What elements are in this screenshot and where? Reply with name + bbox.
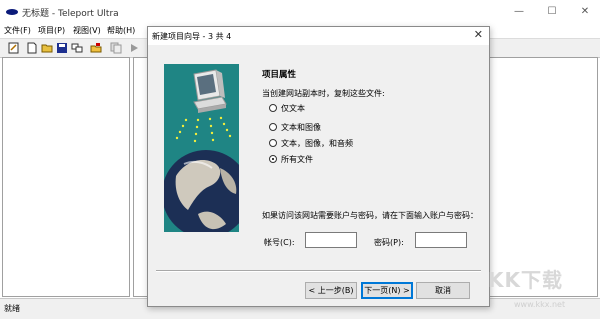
password-label: 密码(P): <box>374 238 404 247</box>
main-titlebar: 无标题 - Teleport Ultra — ☐ ✕ <box>0 0 600 24</box>
copy-icon[interactable] <box>110 42 122 54</box>
app-icon <box>6 9 18 15</box>
minimize-button[interactable]: — <box>508 3 530 21</box>
account-label: 帐号(C): <box>264 238 295 247</box>
project-tree-pane[interactable] <box>2 57 130 297</box>
menu-project[interactable]: 项目(P) <box>38 25 65 36</box>
watermark-url: www.kkx.net <box>514 300 566 309</box>
folder-icon[interactable] <box>90 42 102 54</box>
menu-file[interactable]: 文件(F) <box>4 25 31 36</box>
dialog-close-button[interactable]: ✕ <box>474 28 483 41</box>
option-label: 文本和图像 <box>281 123 321 132</box>
copy-files-prompt: 当创建网站副本时，复制这些文件: <box>262 89 385 98</box>
save-icon[interactable] <box>56 42 68 54</box>
account-field[interactable] <box>305 232 357 248</box>
section-heading: 项目属性 <box>262 70 297 80</box>
radio-button-selected[interactable] <box>269 155 277 163</box>
open-folder-icon[interactable] <box>41 42 53 54</box>
properties-icon[interactable] <box>8 42 20 54</box>
radio-button[interactable] <box>269 123 277 131</box>
dialog-titlebar: 新建项目向导 - 3 共 4 ✕ <box>148 27 489 45</box>
maximize-button[interactable]: ☐ <box>541 3 563 21</box>
close-button[interactable]: ✕ <box>574 3 596 21</box>
site-watermark: KK下载 www.kkx.net <box>488 262 598 318</box>
window-title: 无标题 - Teleport Ultra <box>22 9 119 19</box>
network-icon[interactable] <box>71 42 83 54</box>
option-label: 所有文件 <box>281 155 313 164</box>
account-note: 如果访问该网站需要账户与密码，请在下面输入账户与密码： <box>262 211 478 220</box>
watermark-text: KK下载 <box>488 268 563 292</box>
dialog-separator <box>156 270 481 272</box>
radio-button[interactable] <box>269 104 277 112</box>
password-field[interactable] <box>415 232 467 248</box>
status-text: 就绪 <box>4 304 20 313</box>
radio-button[interactable] <box>269 139 277 147</box>
menu-view[interactable]: 视图(V) <box>73 25 101 36</box>
play-icon[interactable] <box>128 42 140 54</box>
option-label: 仅文本 <box>281 104 305 113</box>
next-button[interactable]: 下一页(N) > <box>361 282 413 299</box>
new-file-icon[interactable] <box>26 42 38 54</box>
new-project-wizard-dialog: 新建项目向导 - 3 共 4 ✕ 项目属性 当创建网站副本时，复制这些文件: 仅… <box>147 26 490 307</box>
computer-globe-illustration <box>164 64 239 232</box>
back-button[interactable]: < 上一步(B) <box>305 282 357 299</box>
dialog-title: 新建项目向导 - 3 共 4 <box>152 32 232 41</box>
option-label: 文本，图像，和音频 <box>281 139 353 148</box>
menu-help[interactable]: 帮助(H) <box>107 25 135 36</box>
cancel-button[interactable]: 取消 <box>416 282 470 299</box>
